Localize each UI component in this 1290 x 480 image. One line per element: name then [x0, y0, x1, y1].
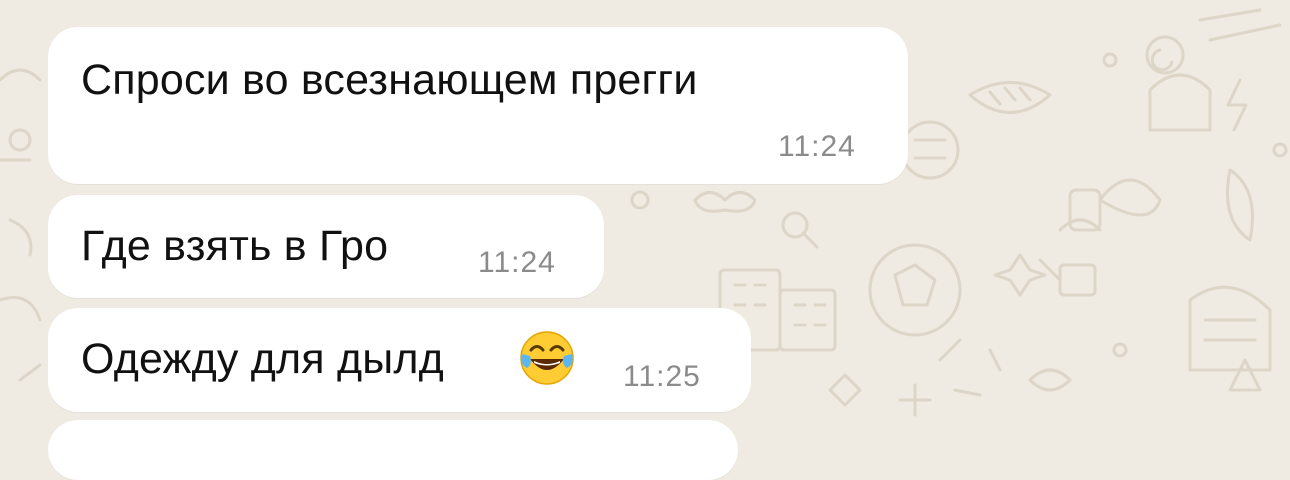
face-with-tears-of-joy-icon	[520, 331, 574, 385]
message-text: Спроси во всезнающем прегги	[81, 56, 698, 104]
message-bubble[interactable]: Спроси во всезнающем прегги 11:24	[48, 27, 908, 184]
message-timestamp: 11:24	[478, 246, 556, 279]
message-text: Одежду для дылд	[81, 335, 444, 383]
message-text: Где взять в Гро	[81, 222, 389, 270]
message-bubble[interactable]: Одежду для дылд 11:25	[48, 308, 751, 412]
message-bubble[interactable]: Где взять в Гро 11:24	[48, 195, 604, 298]
message-timestamp: 11:24	[778, 130, 856, 163]
message-timestamp: 11:25	[623, 360, 701, 393]
message-bubble-partial[interactable]	[48, 420, 738, 480]
